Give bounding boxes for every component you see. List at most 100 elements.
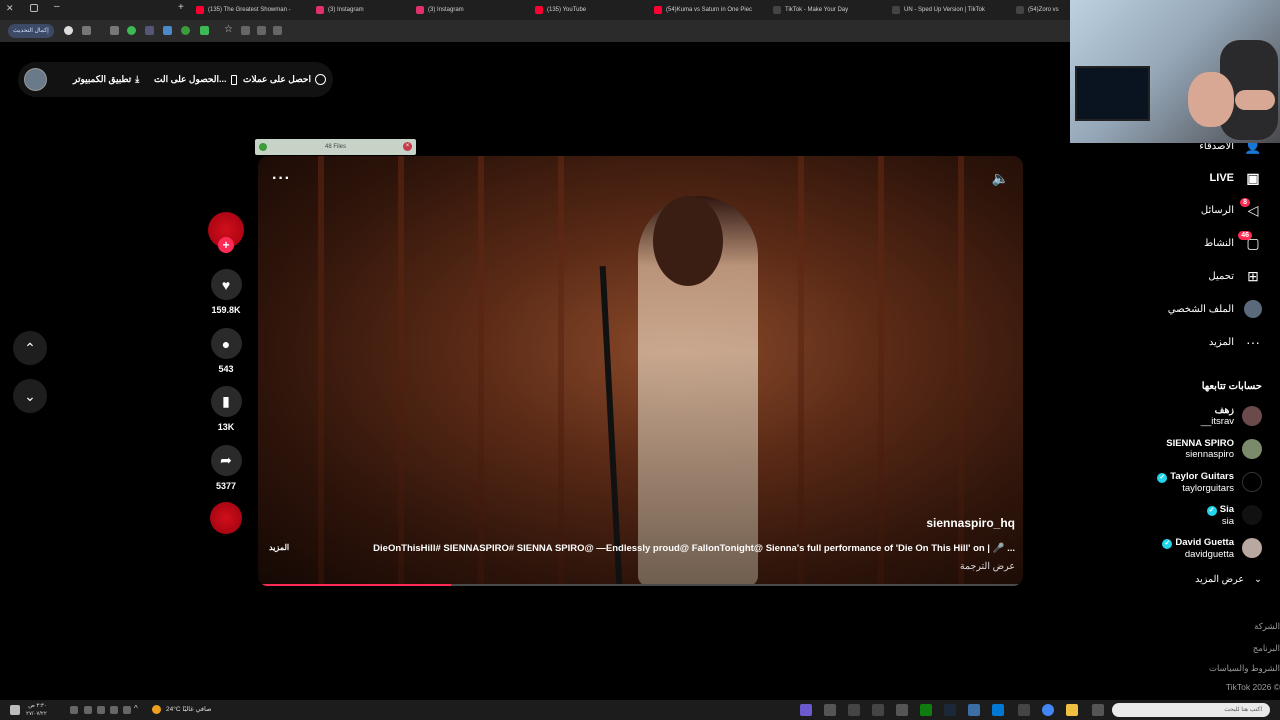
weather-text[interactable]: 24°C صافي غالبًا	[166, 705, 211, 713]
app-icon[interactable]	[848, 704, 860, 716]
youtube-icon	[654, 6, 662, 14]
app-icon[interactable]	[824, 704, 836, 716]
browser-tab[interactable]: (135) YouTube	[535, 2, 647, 18]
profile-icon[interactable]	[64, 26, 73, 35]
account-name: زهف	[1214, 405, 1234, 416]
chevron-up-icon[interactable]: ^	[134, 704, 138, 713]
sidebar-item-activity[interactable]: النشاط ▢ 46	[1204, 231, 1262, 253]
browser-tab[interactable]: UN - Sped Up Version | TikTok	[892, 2, 1012, 18]
user-avatar[interactable]	[24, 68, 47, 91]
sidebar-item-messages[interactable]: الرسائل ◁ 8	[1201, 198, 1262, 220]
language-icon[interactable]	[70, 706, 78, 714]
steam-icon[interactable]	[944, 704, 956, 716]
xbox-icon[interactable]	[920, 704, 932, 716]
browser-tab[interactable]: (54)Zoro vs	[1016, 2, 1070, 18]
get-app-button[interactable]: الحصول على الت...	[154, 62, 237, 97]
share-action[interactable]: ➦ 5377	[208, 445, 244, 491]
instagram-icon	[316, 6, 324, 14]
weather-icon	[152, 705, 161, 714]
extension-icon[interactable]	[82, 26, 91, 35]
window-menu-icon[interactable]	[30, 4, 38, 12]
music-disc-icon[interactable]	[210, 502, 242, 534]
share-icon[interactable]	[273, 26, 282, 35]
see-more-button[interactable]: عرض المزيد ⌄	[1195, 574, 1262, 585]
get-coins-button[interactable]: احصل على عملات	[243, 62, 326, 97]
zoom-icon[interactable]	[241, 26, 250, 35]
extension-icon[interactable]	[200, 26, 209, 35]
new-tab-icon[interactable]: +	[178, 2, 184, 13]
footer-company-link[interactable]: الشركة	[1254, 621, 1280, 632]
desktop-app-button[interactable]: تطبيق الكمبيوتر ⤓	[73, 62, 139, 97]
bookmark-icon[interactable]: ▮	[210, 386, 242, 417]
following-account[interactable]: ✓ Taylor Guitars taylorguitars	[1157, 468, 1262, 496]
extension-icon[interactable]	[145, 26, 154, 35]
sidebar-item-live[interactable]: LIVE ▣	[1210, 168, 1262, 188]
notification-icon[interactable]	[10, 705, 20, 715]
app-icon[interactable]	[872, 704, 884, 716]
install-icon[interactable]	[257, 26, 266, 35]
instagram-icon	[416, 6, 424, 14]
chrome-icon[interactable]	[1042, 704, 1054, 716]
sidebar-item-upload[interactable]: تحميل ⊞	[1208, 266, 1262, 286]
files-overlay[interactable]: 48 Files ×	[255, 139, 416, 155]
star-icon[interactable]: ☆	[224, 24, 233, 35]
get-coins-label: احصل على عملات	[243, 74, 311, 84]
following-account[interactable]: SIENNA SPIRO siennaspiro	[1166, 435, 1262, 463]
following-account[interactable]: ✓ Sia sia	[1206, 501, 1262, 529]
tab-title: TikTok - Make Your Day	[785, 7, 849, 13]
settings-icon[interactable]	[896, 704, 908, 716]
previous-video-button[interactable]: ⌃	[13, 331, 47, 365]
network-icon[interactable]	[84, 706, 92, 714]
app-icon[interactable]	[968, 704, 980, 716]
caption-more-button[interactable]: المزيد	[269, 543, 289, 552]
folder-icon[interactable]	[1066, 704, 1078, 716]
task-view-icon[interactable]	[1092, 704, 1104, 716]
tab-title: (135) The Greatest Showman -	[208, 7, 291, 13]
extension-icon[interactable]	[181, 26, 190, 35]
app-icon[interactable]	[800, 704, 812, 716]
live-icon: ▣	[1246, 169, 1260, 186]
video-progress-bar[interactable]	[261, 584, 1019, 586]
taskbar-search[interactable]: اكتب هنا للبحث	[1112, 703, 1270, 717]
mic-icon[interactable]	[123, 706, 131, 714]
save-action[interactable]: ▮ 13K	[208, 386, 244, 432]
sidebar-item-profile[interactable]: الملف الشخصي	[1168, 299, 1262, 319]
sidebar-item-label: تحميل	[1208, 270, 1234, 282]
heart-icon[interactable]: ♥	[210, 269, 242, 300]
next-video-button[interactable]: ⌄	[13, 379, 47, 413]
taskbar-clock[interactable]: ٣:٣٠ ص ٢٧/٠٧/٢٢	[26, 702, 47, 718]
volume-icon[interactable]: 🔈	[992, 170, 1009, 187]
video-author[interactable]: siennaspiro_hq	[926, 516, 1015, 530]
account-username: sia	[1221, 515, 1234, 527]
browser-tab[interactable]: (3) Instagram	[316, 2, 428, 18]
battery-icon[interactable]	[110, 706, 118, 714]
extension-icon[interactable]	[127, 26, 136, 35]
footer-program-link[interactable]: البرنامج	[1253, 643, 1280, 654]
more-options-icon[interactable]: ···	[272, 170, 291, 188]
extension-icon[interactable]	[110, 26, 119, 35]
comment-icon[interactable]: ●	[210, 328, 242, 359]
video-player[interactable]: ··· 🔈 siennaspiro_hq DieOnThisHill# SIEN…	[258, 156, 1023, 586]
comment-action[interactable]: ● 543	[208, 328, 244, 374]
browser-tab[interactable]: (54)Kuma vs Saturn in One Piec	[654, 2, 769, 18]
like-action[interactable]: ♥ 159.8K	[208, 269, 244, 315]
update-button[interactable]: إكمال التحديث	[8, 24, 54, 38]
follow-button[interactable]: +	[218, 237, 234, 253]
browser-tab[interactable]: (3) Instagram	[416, 2, 528, 18]
close-icon[interactable]: ×	[403, 142, 412, 151]
following-account[interactable]: زهف __itsrav	[1201, 402, 1262, 430]
share-icon[interactable]: ➦	[210, 445, 242, 476]
extension-icon[interactable]	[163, 26, 172, 35]
following-account[interactable]: ✓ David Guetta davidguetta	[1162, 534, 1262, 562]
minimize-icon[interactable]: –	[54, 1, 60, 12]
footer-terms-link[interactable]: الشروط والسياسات	[1209, 663, 1280, 674]
browser-tab[interactable]: TikTok - Make Your Day	[773, 2, 888, 18]
browser-tab[interactable]: (135) The Greatest Showman -	[196, 2, 308, 18]
tab-title: UN - Sped Up Version | TikTok	[904, 7, 985, 13]
sidebar-item-more[interactable]: المزيد ···	[1209, 332, 1262, 352]
edge-icon[interactable]	[992, 704, 1004, 716]
store-icon[interactable]	[1018, 704, 1030, 716]
translate-button[interactable]: عرض الترجمة	[960, 561, 1015, 572]
close-window-icon[interactable]: ✕	[6, 3, 14, 14]
speaker-icon[interactable]	[97, 706, 105, 714]
